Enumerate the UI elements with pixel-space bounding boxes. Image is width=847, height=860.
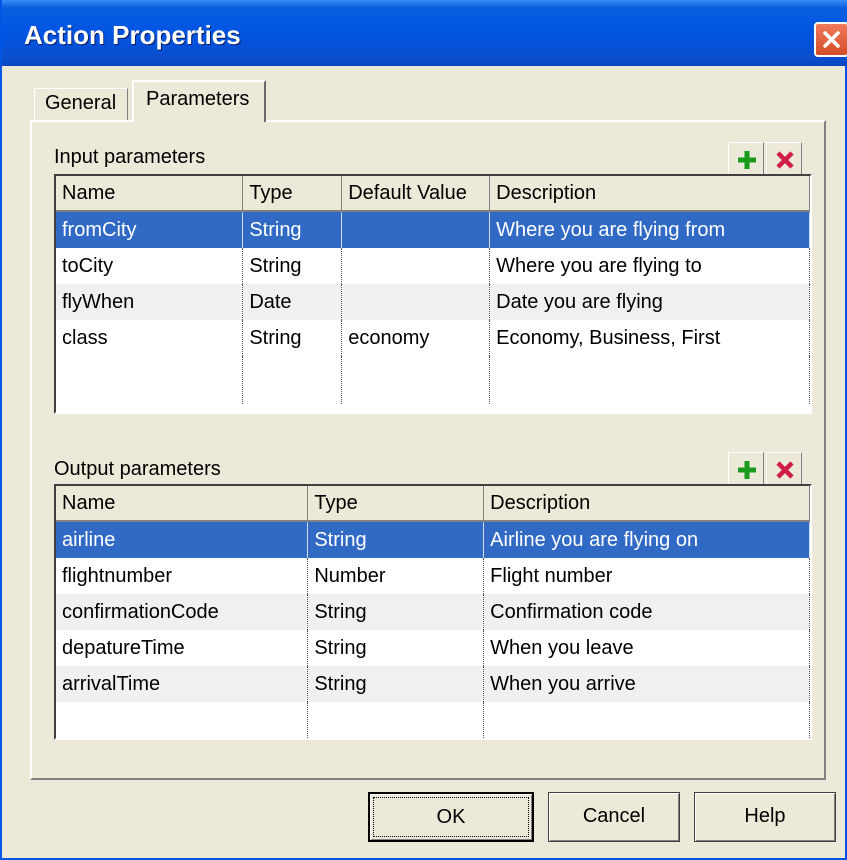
table-cell[interactable]: Where you are flying to xyxy=(489,248,810,284)
empty-row xyxy=(56,356,810,404)
cancel-button[interactable]: Cancel xyxy=(548,792,680,842)
help-button[interactable]: Help xyxy=(694,792,836,842)
output-parameters-table[interactable]: Name Type Description airline String Air… xyxy=(54,484,812,740)
table-cell[interactable]: String xyxy=(242,248,343,284)
add-input-parameter-button[interactable] xyxy=(728,142,764,176)
table-cell[interactable]: When you leave xyxy=(483,630,810,666)
table-cell[interactable]: String xyxy=(307,630,485,666)
title-bar[interactable]: Action Properties xyxy=(2,0,847,66)
table-row[interactable]: arrivalTime String When you arrive xyxy=(56,666,810,702)
column-header[interactable]: Description xyxy=(483,486,810,522)
table-row[interactable]: confirmationCode String Confirmation cod… xyxy=(56,594,810,630)
table-cell[interactable]: When you arrive xyxy=(483,666,810,702)
table-cell[interactable]: Number xyxy=(307,558,485,594)
table-header-row: Name Type Default Value Description xyxy=(56,176,810,212)
window-title: Action Properties xyxy=(24,20,241,50)
tab-parameters[interactable]: Parameters xyxy=(132,80,266,122)
dialog-window: Action Properties General Parameters Inp… xyxy=(0,0,847,860)
table-row[interactable]: fromCity String Where you are flying fro… xyxy=(56,211,810,248)
plus-icon xyxy=(738,461,756,479)
ok-button[interactable]: OK xyxy=(368,792,534,842)
table-row[interactable]: flyWhen Date Date you are flying xyxy=(56,284,810,320)
table-cell[interactable]: confirmationCode xyxy=(56,594,309,630)
table-row[interactable]: airline String Airline you are flying on xyxy=(56,521,810,558)
table-cell[interactable]: fromCity xyxy=(56,211,244,248)
column-header[interactable]: Name xyxy=(56,486,309,522)
table-cell[interactable]: String xyxy=(242,320,343,356)
plus-icon xyxy=(738,151,756,169)
table-row[interactable]: class String economy Economy, Business, … xyxy=(56,320,810,356)
input-parameters-table[interactable]: Name Type Default Value Description from… xyxy=(54,174,812,414)
table-cell[interactable]: Confirmation code xyxy=(483,594,810,630)
close-button[interactable] xyxy=(814,22,847,57)
remove-input-parameter-button[interactable] xyxy=(766,142,802,176)
table-cell[interactable] xyxy=(341,211,491,248)
output-parameters-label: Output parameters xyxy=(54,458,221,480)
x-icon xyxy=(776,461,794,479)
table-cell[interactable]: Date you are flying xyxy=(489,284,810,320)
table-row[interactable]: flightnumber Number Flight number xyxy=(56,558,810,594)
table-cell[interactable]: depatureTime xyxy=(56,630,309,666)
table-cell[interactable] xyxy=(341,284,491,320)
tab-general[interactable]: General xyxy=(34,88,128,121)
table-cell[interactable]: arrivalTime xyxy=(56,666,309,702)
column-header[interactable]: Type xyxy=(307,486,485,522)
x-icon xyxy=(776,151,794,169)
add-output-parameter-button[interactable] xyxy=(728,452,764,486)
table-cell[interactable]: String xyxy=(307,666,485,702)
table-cell[interactable]: toCity xyxy=(56,248,244,284)
table-cell[interactable] xyxy=(341,248,491,284)
column-header[interactable]: Description xyxy=(489,176,810,212)
table-row[interactable]: toCity String Where you are flying to xyxy=(56,248,810,284)
table-cell[interactable]: Airline you are flying on xyxy=(483,521,810,558)
column-header[interactable]: Default Value xyxy=(341,176,491,212)
table-cell[interactable]: Flight number xyxy=(483,558,810,594)
close-icon xyxy=(823,31,840,48)
remove-output-parameter-button[interactable] xyxy=(766,452,802,486)
table-cell[interactable]: flightnumber xyxy=(56,558,309,594)
table-cell[interactable]: String xyxy=(307,521,485,558)
table-cell[interactable]: Where you are flying from xyxy=(489,211,810,248)
table-cell[interactable]: economy xyxy=(341,320,491,356)
table-header-row: Name Type Description xyxy=(56,486,810,522)
input-parameters-label: Input parameters xyxy=(54,146,206,168)
table-cell[interactable]: Economy, Business, First xyxy=(489,320,810,356)
column-header[interactable]: Type xyxy=(242,176,343,212)
tab-general-label: General xyxy=(45,92,117,114)
table-cell[interactable]: String xyxy=(307,594,485,630)
table-cell[interactable]: flyWhen xyxy=(56,284,244,320)
table-cell[interactable]: airline xyxy=(56,521,309,558)
table-cell[interactable]: Date xyxy=(242,284,343,320)
column-header[interactable]: Name xyxy=(56,176,244,212)
table-cell[interactable]: String xyxy=(242,211,343,248)
table-row[interactable]: depatureTime String When you leave xyxy=(56,630,810,666)
empty-row xyxy=(56,702,810,738)
tab-parameters-label: Parameters xyxy=(146,88,250,110)
table-cell[interactable]: class xyxy=(56,320,244,356)
